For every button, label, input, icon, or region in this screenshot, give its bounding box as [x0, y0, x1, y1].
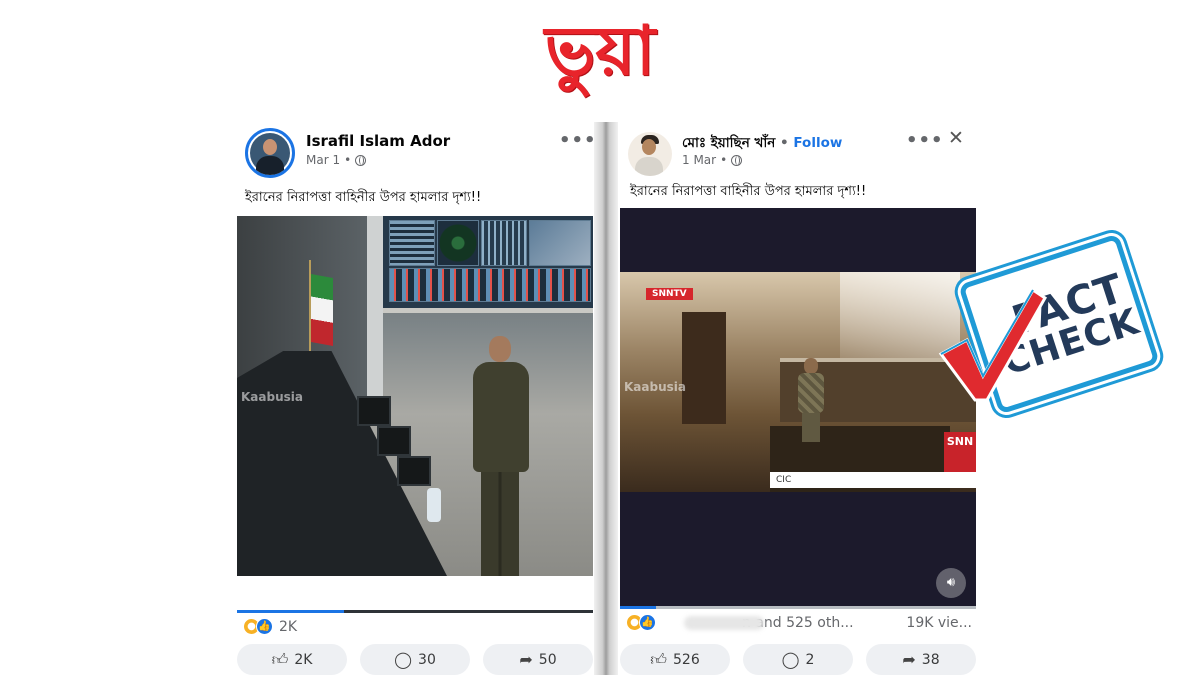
video-frame: SNNTV Kaabusia SNN CIC [620, 272, 976, 492]
thumbs-up-icon: 👍︎ [650, 649, 667, 669]
fact-check-stamp: FACT CHECK [937, 233, 1160, 418]
thumbs-up-icon: 👍︎ [271, 649, 289, 669]
facebook-post-right: মোঃ ইয়াছিন খাঁন • Follow 1 Mar • ••• ✕ … [620, 122, 976, 675]
share-button[interactable]: ➦ 38 [866, 644, 976, 675]
like-count: 526 [673, 651, 700, 668]
video-progress-fill [237, 610, 344, 613]
share-count: 50 [538, 651, 557, 668]
share-arrow-icon: ➦ [519, 650, 533, 669]
speaker-icon[interactable]: 🔊︎ [936, 568, 966, 598]
post-date[interactable]: 1 Mar [682, 153, 716, 167]
image-divider [594, 122, 618, 675]
author-name[interactable]: Israfil Islam Ador [306, 132, 450, 150]
snn-logo: SNN [944, 432, 976, 472]
share-button[interactable]: ➦ 50 [483, 644, 593, 675]
comment-count: 2 [805, 651, 815, 668]
checkmark-icon [938, 287, 1047, 402]
share-count: 38 [921, 651, 940, 668]
comment-button[interactable]: ◯ 30 [360, 644, 470, 675]
post-caption: ইরানের নিরাপত্তা বাহিনীর উপর হামলার দৃশ্… [245, 190, 482, 205]
post-caption: ইরানের নিরাপত্তা বাহিনীর উপর হামলার দৃশ্… [630, 184, 867, 199]
like-button[interactable]: 👍︎ 526 [620, 644, 730, 675]
globe-icon [731, 154, 743, 166]
reaction-count: 2K [279, 618, 298, 635]
avatar[interactable] [628, 132, 672, 176]
more-options-icon[interactable]: ••• [906, 130, 944, 151]
like-reaction-icon: 👍 [639, 614, 656, 631]
soldier-figure [469, 336, 529, 576]
video-watermark: Kaabusia [241, 390, 303, 404]
comment-count: 30 [418, 651, 436, 668]
post-video[interactable]: SNNTV Kaabusia SNN CIC 🔊︎ [620, 208, 976, 606]
post-meta: Mar 1 • [306, 153, 367, 167]
post-meta: 1 Mar • [682, 153, 743, 167]
author-name[interactable]: মোঃ ইয়াছিন খাঁন [682, 135, 775, 151]
facebook-post-left: Israfil Islam Ador Mar 1 • ••• ইরানের নি… [237, 122, 596, 675]
share-arrow-icon: ➦ [902, 650, 916, 669]
soldier-figure [796, 358, 826, 442]
post-actions: 👍︎ 526 ◯ 2 ➦ 38 [620, 644, 976, 675]
comment-bubble-icon: ◯ [394, 650, 413, 669]
avatar[interactable] [245, 128, 295, 178]
follow-button[interactable]: Follow [793, 135, 842, 151]
comment-button[interactable]: ◯ 2 [743, 644, 853, 675]
news-ticker: CIC [770, 472, 976, 488]
video-progress-bar[interactable] [237, 610, 593, 613]
iran-flag [311, 274, 333, 346]
like-count: 2K [294, 651, 313, 668]
post-actions: 👍︎ 2K ◯ 30 ➦ 50 [237, 644, 593, 675]
like-button[interactable]: 👍︎ 2K [237, 644, 347, 675]
reaction-summary[interactable]: ● 👍 2K [243, 618, 297, 635]
post-date[interactable]: Mar 1 [306, 153, 340, 167]
view-count[interactable]: 19K vie... [906, 615, 972, 631]
comment-bubble-icon: ◯ [781, 650, 800, 669]
reaction-summary[interactable]: ● 👍 n and 525 oth... 19K vie... [626, 614, 972, 631]
like-reaction-icon: 👍 [256, 618, 273, 635]
control-room-screens [383, 216, 593, 313]
fake-verdict-label: ভুয়া [544, 12, 656, 91]
video-progress-fill [620, 606, 656, 609]
globe-icon [355, 154, 367, 166]
author-name-row: মোঃ ইয়াছিন খাঁন • Follow [682, 135, 843, 151]
video-watermark: Kaabusia [624, 380, 686, 394]
close-icon[interactable]: ✕ [948, 127, 964, 149]
blurred-name [684, 615, 764, 630]
more-options-icon[interactable]: ••• [559, 130, 597, 151]
video-progress-bar[interactable] [620, 606, 976, 609]
post-video[interactable]: Kaabusia [237, 216, 593, 576]
snntv-badge: SNNTV [646, 288, 693, 300]
